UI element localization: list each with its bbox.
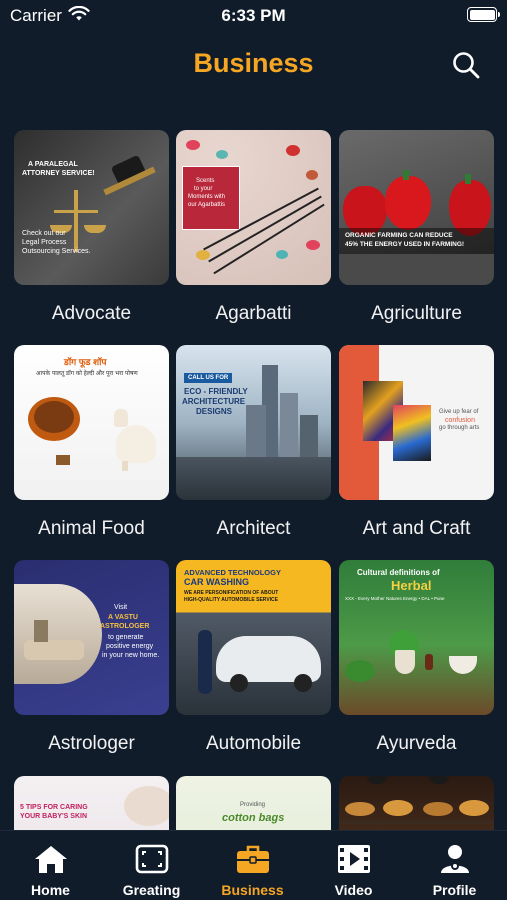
category-label: Architect	[216, 518, 291, 539]
greeting-frame-icon	[135, 844, 168, 874]
thumb-text: Providing	[240, 802, 266, 808]
thumb-text: to generate	[108, 634, 144, 641]
tab-home[interactable]: Home	[0, 831, 101, 900]
thumb-text: A VASTU	[108, 614, 138, 621]
category-grid: A PARALEGAL ATTORNEY SERVICE! Check out …	[14, 130, 494, 830]
category-card-automobile[interactable]: ADVANCED TECHNOLOGY CAR WASHING WE ARE P…	[176, 560, 331, 755]
thumb-text: Herbal	[391, 578, 432, 593]
thumb-text: ADVANCED TECHNOLOGY	[184, 568, 281, 577]
category-thumbnail[interactable]: Cultural definitions of Herbal XXX - Eve…	[339, 560, 494, 715]
battery-icon	[467, 7, 500, 22]
thumb-text: A PARALEGAL	[28, 161, 78, 168]
status-bar: Carrier 6:33 PM	[0, 0, 507, 30]
category-card-baby-care[interactable]: 5 TIPS FOR CARING YOUR BABY'S SKIN	[14, 776, 169, 830]
thumb-text: cotton bags	[222, 812, 285, 824]
thumb-text: ASTROLOGER	[100, 623, 150, 630]
category-thumbnail[interactable]: Visit A VASTU ASTROLOGER to generate pos…	[14, 560, 169, 715]
tab-profile[interactable]: Profile	[404, 831, 505, 900]
category-thumbnail[interactable]: ADVANCED TECHNOLOGY CAR WASHING WE ARE P…	[176, 560, 331, 715]
category-card-ayurveda[interactable]: Cultural definitions of Herbal XXX - Eve…	[339, 560, 494, 755]
category-label: Art and Craft	[362, 518, 471, 539]
thumb-text: in your new home.	[102, 652, 160, 659]
category-thumbnail[interactable]: Give up fear of confusion go through art…	[339, 345, 494, 500]
category-label: Agriculture	[371, 303, 462, 324]
category-card-agriculture[interactable]: ORGANIC FARMING CAN REDUCE 45% THE ENERG…	[339, 130, 494, 325]
tab-label: Greating	[122, 882, 181, 898]
thumb-text: to your	[194, 186, 213, 192]
thumb-text: डॉग फूड शॉप	[64, 357, 107, 367]
category-thumbnail[interactable]: Scents to your Moments with our Agarbatt…	[176, 130, 331, 285]
tab-greating[interactable]: Greating	[101, 831, 202, 900]
thumb-text: CAR WASHING	[184, 577, 249, 587]
category-thumbnail[interactable]: ORGANIC FARMING CAN REDUCE 45% THE ENERG…	[339, 130, 494, 285]
thumb-text: DESIGNS	[196, 407, 233, 416]
tab-business[interactable]: Business	[202, 831, 303, 900]
thumb-text: XXX - Every Mother Natures Energy • DAL …	[345, 596, 445, 601]
thumb-text: positive energy	[106, 643, 154, 650]
home-icon	[34, 846, 67, 873]
thumb-text: ARCHITECTURE	[182, 397, 246, 406]
search-icon[interactable]	[451, 50, 481, 80]
category-label: Agarbatti	[215, 303, 292, 324]
thumb-text: 5 TIPS FOR CARING	[20, 804, 88, 811]
thumb-text: Cultural definitions of	[357, 568, 440, 577]
thumb-text: ATTORNEY SERVICE!	[22, 170, 95, 177]
thumb-text: Legal Process	[22, 239, 67, 246]
category-thumbnail[interactable]	[339, 776, 494, 830]
category-label: Ayurveda	[376, 733, 457, 754]
thumb-text: confusion	[445, 417, 475, 424]
profile-icon	[440, 845, 469, 873]
category-card-animal-food[interactable]: डॉग फूड शॉप आपके पालतू डॉग को हेल्दी और …	[14, 345, 169, 540]
thumb-text: Scents	[196, 178, 215, 184]
thumb-text: go through arts	[439, 425, 480, 431]
category-thumbnail[interactable]: Providing cotton bags	[176, 776, 331, 830]
category-card-bakery[interactable]	[339, 776, 494, 830]
tab-label: Video	[334, 882, 373, 898]
category-label: Advocate	[51, 303, 132, 324]
category-thumbnail[interactable]: CALL US FOR ECO - FRIENDLY ARCHITECTURE …	[176, 345, 331, 500]
thumb-text: 45% THE ENERGY USED IN FARMING!	[345, 241, 465, 248]
clock: 6:33 PM	[221, 6, 286, 25]
category-card-agarbatti[interactable]: Scents to your Moments with our Agarbatt…	[176, 130, 331, 325]
thumb-text: Check out our	[22, 230, 66, 237]
category-card-astrologer[interactable]: Visit A VASTU ASTROLOGER to generate pos…	[14, 560, 169, 755]
thumb-text: Give up fear of	[439, 409, 479, 415]
category-card-architect[interactable]: CALL US FOR ECO - FRIENDLY ARCHITECTURE …	[176, 345, 331, 540]
category-label: Animal Food	[38, 518, 145, 539]
video-icon	[337, 845, 370, 873]
category-thumbnail[interactable]: 5 TIPS FOR CARING YOUR BABY'S SKIN	[14, 776, 169, 830]
thumb-text: WE ARE PERSONIFICATION OF ABOUT	[184, 590, 279, 596]
briefcase-icon	[236, 845, 269, 873]
thumb-text: Visit	[114, 604, 128, 611]
tab-video[interactable]: Video	[303, 831, 404, 900]
thumb-text: Moments with	[188, 194, 226, 200]
thumb-text: YOUR BABY'S SKIN	[20, 813, 88, 820]
category-thumbnail[interactable]: A PARALEGAL ATTORNEY SERVICE! Check out …	[14, 130, 169, 285]
tab-label: Home	[31, 882, 70, 898]
category-label: Astrologer	[48, 733, 135, 754]
thumb-text: our Agarbattis	[188, 202, 226, 208]
category-card-advocate[interactable]: A PARALEGAL ATTORNEY SERVICE! Check out …	[14, 130, 169, 325]
category-thumbnail[interactable]: डॉग फूड शॉप आपके पालतू डॉग को हेल्दी और …	[14, 345, 169, 500]
category-card-art-and-craft[interactable]: Give up fear of confusion go through art…	[339, 345, 494, 540]
tab-label: Business	[221, 882, 284, 898]
bottom-tab-bar: Home Greating Business Video Profile	[0, 830, 507, 900]
thumb-text: CALL US FOR	[188, 375, 229, 381]
thumb-text: Outsourcing Services.	[22, 248, 91, 255]
thumb-text: HIGH-QUALITY AUTOMOBILE SERVICE	[184, 597, 278, 603]
page-title: Business	[193, 48, 314, 78]
thumb-text: ORGANIC FARMING CAN REDUCE	[345, 232, 453, 239]
category-card-cotton-bags[interactable]: Providing cotton bags	[176, 776, 331, 830]
header: Business	[0, 40, 507, 88]
thumb-text: ECO - FRIENDLY	[184, 387, 248, 396]
category-label: Automobile	[205, 733, 302, 754]
tab-label: Profile	[432, 882, 477, 898]
thumb-text: आपके पालतू डॉग को हेल्दी और पूरा भरा पोष…	[36, 371, 138, 377]
